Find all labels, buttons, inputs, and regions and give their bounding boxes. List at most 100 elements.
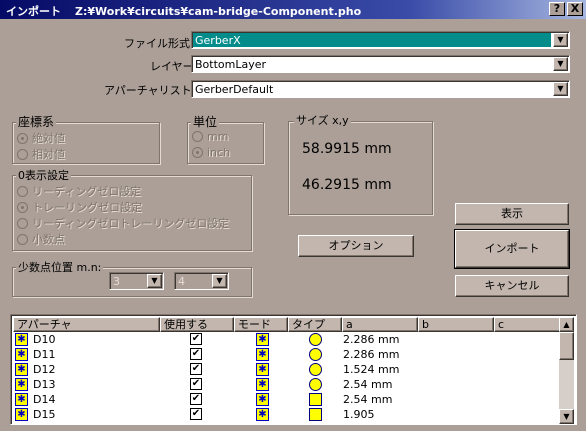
unit-title: 単位 bbox=[191, 113, 220, 130]
help-button[interactable]: ? bbox=[549, 2, 565, 16]
size-group bbox=[288, 121, 433, 215]
radio-absolute-label: 絶対値 bbox=[32, 132, 65, 145]
chevron-down-icon[interactable]: ▼ bbox=[212, 274, 227, 288]
aperture-size-a: 2.286 mm bbox=[343, 348, 400, 361]
scroll-down-icon[interactable]: ▼ bbox=[559, 409, 574, 424]
aperture-name: D11 bbox=[33, 348, 56, 361]
display-button[interactable]: 表示 bbox=[455, 203, 569, 225]
column-header-c[interactable]: c bbox=[494, 317, 563, 332]
table-row[interactable]: ✱ D11 ✔ ✱ 2.286 mm bbox=[13, 347, 561, 362]
decimal-n-value: 4 bbox=[178, 275, 185, 288]
zero-display-title: 0表示設定 bbox=[16, 167, 71, 183]
vertical-scrollbar[interactable]: ▲ ▼ bbox=[559, 317, 574, 424]
radio-icon bbox=[17, 218, 28, 229]
radio-icon bbox=[17, 186, 28, 197]
scroll-up-icon[interactable]: ▲ bbox=[559, 317, 574, 332]
table-row[interactable]: ✱ D13 ✔ ✱ 2.54 mm bbox=[13, 377, 561, 392]
aperture-size-a: 2.54 mm bbox=[343, 378, 393, 391]
column-header-type[interactable]: タイプ bbox=[288, 317, 342, 332]
chevron-down-icon[interactable]: ▼ bbox=[553, 33, 568, 47]
chevron-down-icon[interactable]: ▼ bbox=[147, 274, 162, 288]
aperture-size-a: 2.286 mm bbox=[343, 333, 400, 346]
circle-shape-icon bbox=[309, 363, 322, 376]
radio-leading-zero[interactable]: リーディングゼロ設定 bbox=[17, 183, 141, 199]
radio-inch-label: inch bbox=[207, 146, 231, 159]
radio-mm-label: mm bbox=[207, 130, 229, 143]
window-title: インポート Z:¥Work¥circuits¥cam-bridge-Compone… bbox=[6, 3, 375, 19]
mode-icon[interactable]: ✱ bbox=[256, 378, 269, 391]
mode-icon[interactable]: ✱ bbox=[256, 393, 269, 406]
size-x-value: 58.9915 mm bbox=[302, 141, 392, 157]
layer-value: BottomLayer bbox=[195, 58, 267, 71]
table-row[interactable]: ✱ D15 ✔ ✱ 1.905 bbox=[13, 407, 561, 422]
radio-icon bbox=[17, 234, 28, 245]
circle-shape-icon bbox=[309, 378, 322, 391]
title-bar[interactable]: インポート Z:¥Work¥circuits¥cam-bridge-Compone… bbox=[0, 0, 586, 19]
use-checkbox[interactable]: ✔ bbox=[190, 348, 202, 360]
radio-leading-trailing-zero[interactable]: リーディングゼロトレーリングゼロ設定 bbox=[17, 215, 229, 231]
decimal-m-value: 3 bbox=[113, 275, 120, 288]
column-header-b[interactable]: b bbox=[418, 317, 494, 332]
aperture-name: D10 bbox=[33, 333, 56, 346]
table-row[interactable]: ✱ D14 ✔ ✱ 2.54 mm bbox=[13, 392, 561, 407]
radio-decimal-point[interactable]: 小数点 bbox=[17, 231, 65, 247]
radio-icon bbox=[17, 202, 28, 213]
radio-icon bbox=[192, 147, 203, 158]
aperture-icon: ✱ bbox=[15, 378, 28, 391]
chevron-down-icon[interactable]: ▼ bbox=[553, 82, 568, 96]
mode-icon[interactable]: ✱ bbox=[256, 408, 269, 421]
decimal-position-title: 少数点位置 m.n: bbox=[16, 259, 104, 275]
cancel-button[interactable]: キャンセル bbox=[455, 275, 569, 297]
aperture-list-select[interactable]: GerberDefault ▼ bbox=[191, 80, 570, 98]
radio-relative-label: 相対値 bbox=[32, 148, 65, 161]
column-header-use[interactable]: 使用する bbox=[160, 317, 234, 332]
radio-leading-trailing-zero-label: リーディングゼロトレーリングゼロ設定 bbox=[32, 217, 230, 230]
aperture-list[interactable]: アパーチャ 使用する モード タイプ a b c ✱ D10 ✔ ✱ 2.286 mm ✱… bbox=[10, 314, 577, 425]
mode-icon[interactable]: ✱ bbox=[256, 363, 269, 376]
radio-relative[interactable]: 相対値 bbox=[17, 146, 65, 162]
radio-trailing-zero-label: トレーリングゼロ設定 bbox=[32, 201, 142, 214]
radio-inch[interactable]: inch bbox=[192, 146, 230, 159]
layer-select[interactable]: BottomLayer ▼ bbox=[191, 55, 570, 73]
mode-icon[interactable]: ✱ bbox=[256, 333, 269, 346]
aperture-icon: ✱ bbox=[15, 333, 28, 346]
radio-mm[interactable]: mm bbox=[192, 130, 228, 143]
aperture-size-a: 1.905 bbox=[343, 408, 375, 421]
size-y-value: 46.2915 mm bbox=[302, 177, 392, 193]
coordinate-system-title: 座標系 bbox=[16, 113, 57, 130]
aperture-icon: ✱ bbox=[15, 393, 28, 406]
file-format-select[interactable]: GerberX ▼ bbox=[191, 31, 570, 49]
decimal-n-select[interactable]: 4 ▼ bbox=[174, 272, 229, 290]
radio-decimal-point-label: 小数点 bbox=[32, 233, 65, 246]
aperture-icon: ✱ bbox=[15, 408, 28, 421]
column-header-aperture[interactable]: アパーチャ bbox=[13, 317, 160, 332]
scroll-thumb[interactable] bbox=[559, 332, 574, 360]
column-header-mode[interactable]: モード bbox=[234, 317, 288, 332]
use-checkbox[interactable]: ✔ bbox=[190, 408, 202, 420]
circle-shape-icon bbox=[309, 333, 322, 346]
aperture-icon: ✱ bbox=[15, 363, 28, 376]
decimal-m-select[interactable]: 3 ▼ bbox=[109, 272, 164, 290]
title-path: Z:¥Work¥circuits¥cam-bridge-Component.ph… bbox=[75, 5, 362, 18]
use-checkbox[interactable]: ✔ bbox=[190, 393, 202, 405]
radio-absolute[interactable]: 絶対値 bbox=[17, 130, 65, 146]
table-row[interactable]: ✱ D12 ✔ ✱ 1.524 mm bbox=[13, 362, 561, 377]
chevron-down-icon[interactable]: ▼ bbox=[553, 57, 568, 71]
use-checkbox[interactable]: ✔ bbox=[190, 378, 202, 390]
aperture-list-label: アパーチャリスト: bbox=[104, 84, 196, 97]
aperture-icon: ✱ bbox=[15, 348, 28, 361]
mode-icon[interactable]: ✱ bbox=[256, 348, 269, 361]
use-checkbox[interactable]: ✔ bbox=[190, 333, 202, 345]
import-button[interactable]: インポート bbox=[454, 229, 570, 269]
radio-trailing-zero[interactable]: トレーリングゼロ設定 bbox=[17, 199, 142, 215]
size-title: サイズ x,y bbox=[294, 112, 351, 128]
title-app: インポート bbox=[6, 5, 61, 18]
aperture-name: D13 bbox=[33, 378, 56, 391]
column-header-a[interactable]: a bbox=[342, 317, 418, 332]
aperture-size-a: 1.524 mm bbox=[343, 363, 400, 376]
aperture-name: D15 bbox=[33, 408, 56, 421]
table-row[interactable]: ✱ D10 ✔ ✱ 2.286 mm bbox=[13, 332, 561, 347]
options-button[interactable]: オプション bbox=[298, 235, 414, 257]
close-button[interactable]: X bbox=[567, 2, 583, 16]
use-checkbox[interactable]: ✔ bbox=[190, 363, 202, 375]
